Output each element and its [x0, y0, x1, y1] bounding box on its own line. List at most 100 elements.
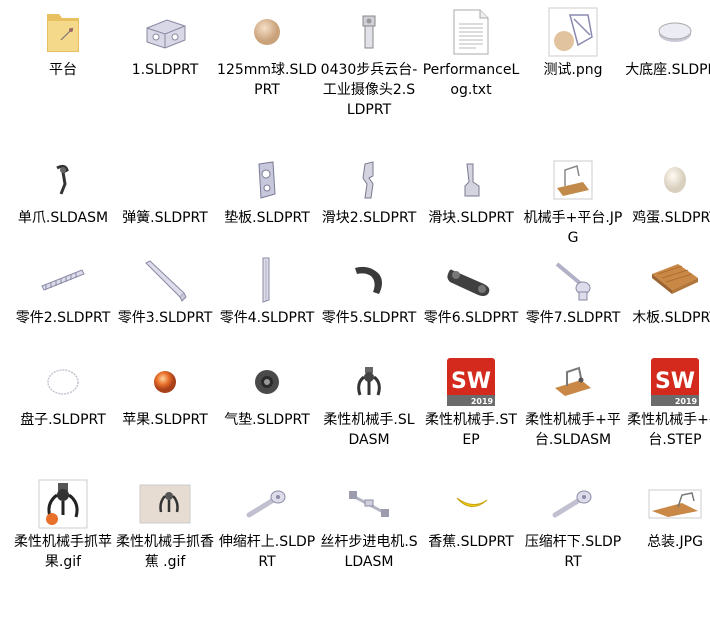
blank-part-icon	[135, 156, 195, 204]
file-item[interactable]: 柔性机械手抓苹果.gif	[12, 479, 114, 572]
file-name: 气垫.SLDPRT	[224, 412, 310, 428]
file-item[interactable]: 苹果.SLDPRT	[114, 358, 216, 430]
file-item[interactable]: 总装.JPG	[624, 480, 710, 552]
file-name: 滑块2.SLDPRT	[321, 210, 417, 226]
claw-icon	[33, 156, 93, 204]
file-item[interactable]: 零件3.SLDPRT	[114, 256, 216, 328]
file-name: 零件4.SLDPRT	[219, 310, 315, 326]
telescopic-rod-icon	[543, 480, 603, 528]
file-item[interactable]: 柔性机械手抓香蕉 .gif	[114, 480, 216, 572]
file-name: 大底座.SLDPRT	[625, 62, 710, 78]
file-item[interactable]: 单爪.SLDASM	[12, 156, 114, 228]
disc-base-icon	[645, 8, 705, 56]
camera-part-icon	[339, 8, 399, 56]
file-item[interactable]: 测试.png	[522, 7, 624, 80]
image-preview-icon	[543, 156, 603, 204]
file-item[interactable]: 零件2.SLDPRT	[12, 256, 114, 328]
file-item[interactable]: 木板.SLDPRT	[624, 256, 710, 328]
file-item[interactable]: 大底座.SLDPRT	[624, 8, 710, 80]
file-item[interactable]: 机械手+平台.JPG	[522, 156, 624, 248]
platform-assembly-icon	[543, 358, 603, 406]
solidworks-icon: SW 2019	[645, 358, 705, 406]
file-item[interactable]: 滑块2.SLDPRT	[318, 156, 420, 228]
solidworks-badge-year: 2019	[675, 397, 698, 406]
file-item[interactable]: 125mm球.SLDPRT	[216, 8, 318, 100]
egg-icon	[645, 156, 705, 204]
file-name: 柔性机械手.STEP	[425, 412, 517, 448]
file-name: 柔性机械手抓香蕉 .gif	[116, 534, 214, 570]
file-item[interactable]: 压缩杆下.SLDPRT	[522, 480, 624, 572]
file-item[interactable]: 零件4.SLDPRT	[216, 256, 318, 328]
screw-motor-icon	[339, 480, 399, 528]
file-item[interactable]: 零件6.SLDPRT	[420, 256, 522, 328]
gif-banana-icon	[135, 480, 195, 528]
file-name: 零件7.SLDPRT	[525, 310, 621, 326]
file-item[interactable]: 柔性机械手+平台.SLDASM	[522, 358, 624, 450]
track-icon	[441, 256, 501, 304]
file-name: 滑块.SLDPRT	[428, 210, 514, 226]
file-name: 鸡蛋.SLDPRT	[632, 210, 710, 226]
file-name: 盘子.SLDPRT	[20, 412, 106, 428]
rod-icon	[237, 256, 297, 304]
file-item[interactable]: SW 2019 柔性机械手.STEP	[420, 358, 522, 450]
file-item[interactable]: 盘子.SLDPRT	[12, 358, 114, 430]
file-name: 总装.JPG	[647, 534, 703, 550]
file-name: 柔性机械手抓苹果.gif	[14, 534, 112, 570]
file-item[interactable]: 滑块.SLDPRT	[420, 156, 522, 228]
gripper-icon	[339, 358, 399, 406]
file-name: 0430步兵云台-工业摄像头2.SLDPRT	[320, 62, 418, 118]
file-grid: 平台 1.SLDPRT 125mm球.SLDPRT 0430步兵云台-工业摄像头…	[0, 0, 710, 620]
file-item[interactable]: 零件7.SLDPRT	[522, 256, 624, 328]
gif-apple-icon	[33, 479, 93, 529]
file-item[interactable]: 伸缩杆上.SLDPRT	[216, 480, 318, 572]
file-name: 弹簧.SLDPRT	[122, 210, 208, 226]
file-name: 125mm球.SLDPRT	[217, 62, 317, 98]
slider-icon	[339, 156, 399, 204]
file-name: PerformanceLog.txt	[422, 62, 520, 98]
file-item[interactable]: SW 2019 柔性机械手+平台.STEP	[624, 358, 710, 450]
file-item[interactable]: 气垫.SLDPRT	[216, 358, 318, 430]
file-name: 伸缩杆上.SLDPRT	[218, 534, 316, 570]
file-item[interactable]: 零件5.SLDPRT	[318, 256, 420, 328]
file-item[interactable]: 平台	[12, 8, 114, 80]
file-item[interactable]: PerformanceLog.txt	[420, 8, 522, 100]
file-item[interactable]: 0430步兵云台-工业摄像头2.SLDPRT	[318, 8, 420, 120]
file-item[interactable]: 1.SLDPRT	[114, 8, 216, 80]
file-name: 苹果.SLDPRT	[122, 412, 208, 428]
pad-plate-icon	[237, 156, 297, 204]
file-name: 木板.SLDPRT	[632, 310, 710, 326]
file-name: 平台	[49, 62, 77, 78]
solidworks-badge-text: SW	[451, 369, 491, 394]
ball-icon	[237, 8, 297, 56]
rack-icon	[33, 256, 93, 304]
file-name: 测试.png	[543, 62, 603, 78]
wood-board-icon	[645, 256, 705, 304]
apple-icon	[135, 358, 195, 406]
file-name: 柔性机械手+平台.SLDASM	[525, 412, 621, 448]
telescopic-rod-icon	[237, 480, 297, 528]
file-item[interactable]: 柔性机械手.SLDASM	[318, 358, 420, 450]
hook-icon	[339, 256, 399, 304]
file-item[interactable]: 鸡蛋.SLDPRT	[624, 156, 710, 228]
slider-icon	[441, 156, 501, 204]
bar-icon	[135, 256, 195, 304]
file-name: 单爪.SLDASM	[17, 210, 109, 226]
file-name: 柔性机械手+平台.STEP	[627, 412, 710, 448]
file-name: 柔性机械手.SLDASM	[323, 412, 415, 448]
file-item[interactable]: 垫板.SLDPRT	[216, 156, 318, 228]
air-cushion-icon	[237, 358, 297, 406]
file-name: 零件2.SLDPRT	[15, 310, 111, 326]
file-name: 香蕉.SLDPRT	[428, 534, 514, 550]
file-name: 压缩杆下.SLDPRT	[524, 534, 622, 570]
image-preview-icon	[543, 7, 603, 57]
part-block-icon	[135, 8, 195, 56]
banana-icon	[441, 480, 501, 528]
file-item[interactable]: 丝杆步进电机.SLDASM	[318, 480, 420, 572]
solidworks-badge-year: 2019	[471, 397, 494, 406]
file-item[interactable]: 香蕉.SLDPRT	[420, 480, 522, 552]
solidworks-badge-text: SW	[655, 369, 695, 394]
file-name: 丝杆步进电机.SLDASM	[320, 534, 418, 570]
file-item[interactable]: 弹簧.SLDPRT	[114, 156, 216, 228]
text-file-icon	[441, 8, 501, 56]
file-name: 1.SLDPRT	[131, 62, 199, 78]
